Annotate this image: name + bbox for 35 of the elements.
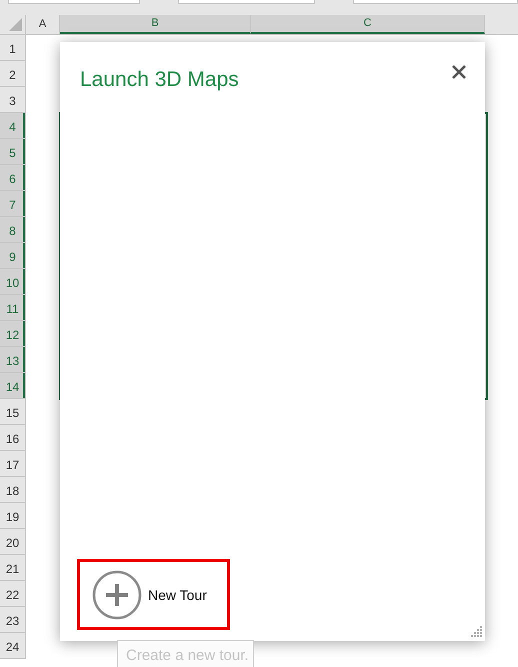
close-icon	[451, 64, 467, 80]
resize-grip-icon[interactable]	[470, 626, 482, 638]
row-header[interactable]: 18	[0, 477, 25, 503]
row-header[interactable]: 9	[0, 243, 25, 269]
row-header[interactable]: 21	[0, 555, 25, 581]
dialog-title: Launch 3D Maps	[80, 68, 239, 92]
row-header[interactable]: 4	[0, 113, 25, 139]
row-header[interactable]: 23	[0, 607, 25, 633]
row-header[interactable]: 13	[0, 347, 25, 373]
toolbar-field[interactable]	[178, 0, 315, 4]
row-header[interactable]: 20	[0, 529, 25, 555]
row-header[interactable]: 1	[0, 35, 25, 61]
formula-bar-field[interactable]	[353, 0, 518, 4]
row-header[interactable]: 8	[0, 217, 25, 243]
row-header[interactable]: 11	[0, 295, 25, 321]
row-header[interactable]: 6	[0, 165, 25, 191]
plus-circle-icon	[92, 570, 142, 620]
name-box-field[interactable]	[8, 0, 140, 4]
row-header[interactable]: 16	[0, 425, 25, 451]
row-header[interactable]: 19	[0, 503, 25, 529]
row-header[interactable]: 2	[0, 61, 25, 87]
row-header[interactable]: 22	[0, 581, 25, 607]
new-tour-button[interactable]: New Tour	[77, 559, 230, 630]
row-header[interactable]: 12	[0, 321, 25, 347]
close-button[interactable]	[451, 64, 467, 80]
row-header[interactable]: 24	[0, 633, 25, 659]
column-header[interactable]: B	[60, 15, 251, 34]
row-header[interactable]: 17	[0, 451, 25, 477]
row-header[interactable]: 10	[0, 269, 25, 295]
column-header[interactable]: C	[251, 15, 485, 34]
row-header[interactable]: 14	[0, 373, 25, 399]
row-header[interactable]: 15	[0, 399, 25, 425]
row-header[interactable]: 5	[0, 139, 25, 165]
select-all-icon[interactable]	[9, 18, 22, 31]
row-header[interactable]: 7	[0, 191, 25, 217]
